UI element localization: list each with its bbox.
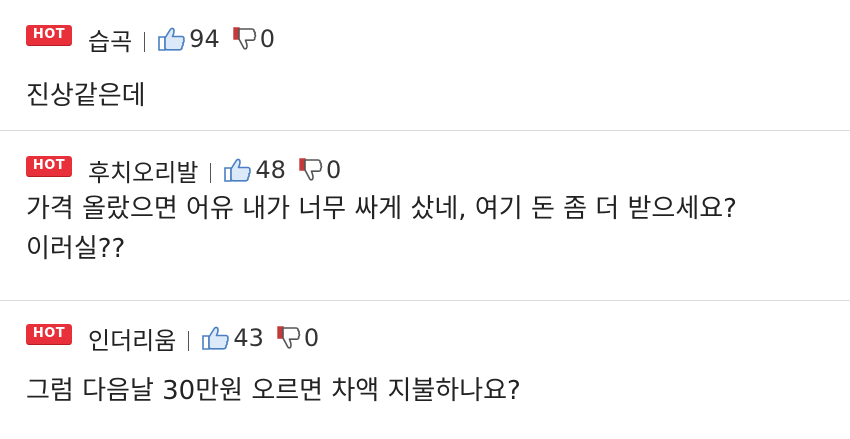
hot-badge: HOT — [26, 156, 72, 176]
comment-text: 진상같은데 — [26, 81, 146, 111]
dislike-count: 0 — [259, 25, 275, 53]
hot-badge: HOT — [26, 25, 72, 45]
comment-text: 가격 올랐으면 어유 내가 너무 싸게 샀네, 여기 돈 좀 더 받으세요? 이… — [26, 194, 737, 264]
comment-item: HOT 인더리움 43 0 그럼 다음날 30만원 오르면 차액 지불하나요? — [0, 300, 850, 439]
thumbs-up-icon — [223, 157, 253, 183]
comment-nickname[interactable]: 습곡 — [88, 22, 132, 57]
comment-list: HOT 습곡 94 0 진상같은데 HOT 후치오리발 48 0 가격 올랐으면… — [0, 0, 850, 439]
thumbs-up-icon — [157, 26, 187, 52]
thumbs-down-icon — [298, 157, 324, 183]
dislike-button[interactable]: 0 — [232, 25, 275, 53]
comment-item: HOT 후치오리발 48 0 가격 올랐으면 어유 내가 너무 싸게 샀네, 여… — [0, 130, 850, 300]
comment-meta: HOT 인더리움 43 0 — [26, 321, 319, 356]
like-button[interactable]: 43 — [201, 324, 264, 352]
like-count: 48 — [255, 156, 286, 184]
meta-separator — [210, 163, 212, 183]
like-count: 94 — [189, 25, 220, 53]
thumbs-up-icon — [201, 325, 231, 351]
hot-badge: HOT — [26, 324, 72, 344]
comment-item: HOT 습곡 94 0 진상같은데 — [0, 0, 850, 130]
meta-separator — [188, 331, 190, 351]
comment-text: 그럼 다음날 30만원 오르면 차액 지불하나요? — [26, 376, 521, 406]
meta-separator — [144, 32, 146, 52]
comment-meta: HOT 습곡 94 0 — [26, 22, 275, 57]
dislike-count: 0 — [303, 324, 320, 352]
thumbs-down-icon — [232, 26, 258, 52]
comment-nickname[interactable]: 인더리움 — [88, 321, 176, 356]
like-button[interactable]: 94 — [157, 25, 220, 53]
thumbs-down-icon — [276, 325, 302, 351]
comment-meta: HOT 후치오리발 48 0 — [26, 153, 341, 188]
dislike-count: 0 — [325, 156, 342, 184]
comment-nickname[interactable]: 후치오리발 — [88, 153, 198, 188]
dislike-button[interactable]: 0 — [276, 324, 319, 352]
dislike-button[interactable]: 0 — [298, 156, 341, 184]
like-count: 43 — [233, 324, 264, 352]
like-button[interactable]: 48 — [223, 156, 286, 184]
